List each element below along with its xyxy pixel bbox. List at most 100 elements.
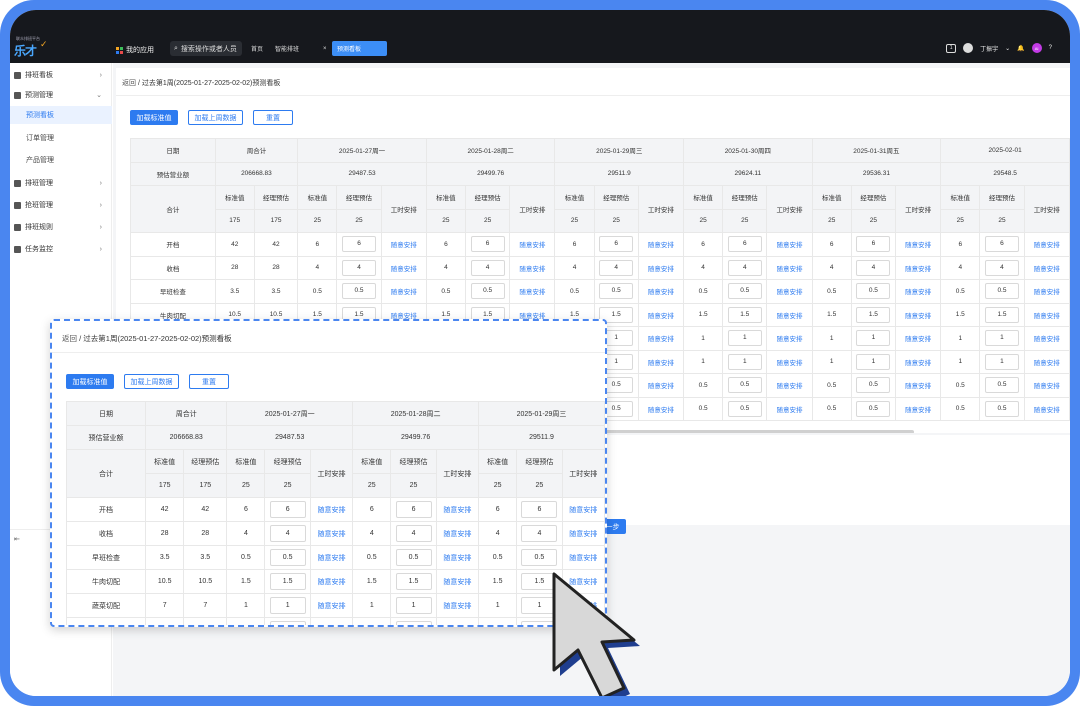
random-arrange-link[interactable]: 随意安排	[1023, 255, 1070, 280]
my-apps-button[interactable]: 我的应用	[116, 45, 154, 55]
forecast-input[interactable]: 0.5	[727, 400, 762, 417]
random-arrange-link[interactable]: 随意安排	[766, 326, 813, 351]
forecast-input[interactable]: 0.5	[395, 549, 432, 566]
sidebar-subitem-orders[interactable]: 订单管理	[10, 129, 112, 147]
tab-forecast-board[interactable]: 预测看板	[332, 41, 387, 56]
random-arrange-link[interactable]: 随意安排	[766, 232, 813, 257]
random-arrange-link[interactable]: 随意安排	[435, 569, 480, 594]
bell-icon[interactable]: 🔔	[1017, 45, 1024, 52]
forecast-input[interactable]: 0.5	[269, 549, 306, 566]
random-arrange-link[interactable]: 随意安排	[1023, 302, 1070, 327]
forecast-input[interactable]: 4	[599, 259, 634, 276]
random-arrange-link[interactable]: 随意安排	[309, 497, 354, 522]
random-arrange-link[interactable]: 随意安排	[1023, 396, 1070, 421]
random-arrange-link[interactable]: 随意安排	[894, 279, 942, 304]
app-logo[interactable]: 联众排班平台 乐才 ✓	[14, 36, 54, 58]
forecast-input[interactable]: 1	[269, 597, 306, 614]
random-arrange-link[interactable]: 随意安排	[766, 302, 813, 327]
random-arrange-link[interactable]: 随意安排	[435, 593, 480, 618]
random-arrange-link[interactable]: 随意安排	[637, 349, 685, 374]
sidebar-item-task-monitor[interactable]: 任务监控 ›	[10, 240, 112, 258]
forecast-input[interactable]: 4	[395, 525, 432, 542]
random-arrange-link[interactable]: 随意安排	[766, 396, 813, 421]
back-link[interactable]: 返回	[62, 334, 77, 343]
random-arrange-link[interactable]: 随意安排	[766, 349, 813, 374]
forecast-input[interactable]: 0.5	[342, 283, 376, 300]
forecast-input[interactable]: 1.5	[395, 573, 432, 590]
forecast-input[interactable]: 4	[269, 525, 306, 542]
forecast-input[interactable]: 1	[395, 597, 432, 614]
random-arrange-link[interactable]: 随意安排	[509, 255, 556, 280]
random-arrange-link[interactable]: 随意安排	[1023, 279, 1070, 304]
random-arrange-link[interactable]: 随意安排	[380, 232, 427, 257]
load-last-week-button[interactable]: 加载上周数据	[188, 110, 243, 125]
help-icon[interactable]: ?	[1049, 45, 1052, 51]
forecast-input[interactable]: 0.5	[856, 283, 891, 300]
forecast-input[interactable]: 0.5	[856, 400, 891, 417]
sidebar-item-grab-mgmt[interactable]: 抢班管理 ›	[10, 196, 112, 214]
user-name[interactable]: 丁振宇	[980, 44, 998, 53]
random-arrange-link[interactable]: 随意安排	[637, 302, 685, 327]
random-arrange-link[interactable]: 随意安排	[1023, 326, 1070, 351]
random-arrange-link[interactable]: 随意安排	[1023, 232, 1070, 257]
forecast-input[interactable]: 0.5	[856, 377, 891, 394]
load-standard-button[interactable]: 加载标准值	[66, 374, 114, 389]
random-arrange-link[interactable]: 随意安排	[766, 255, 813, 280]
forecast-input[interactable]: 6	[599, 236, 634, 253]
forecast-input[interactable]: 1.5	[856, 306, 891, 323]
forecast-input[interactable]: 0.5	[984, 400, 1019, 417]
load-standard-button[interactable]: 加载标准值	[130, 110, 178, 125]
random-arrange-link[interactable]: 随意安排	[309, 593, 354, 618]
random-arrange-link[interactable]: 随意安排	[1023, 373, 1070, 398]
search-input[interactable]: ⌕ 搜索操作或者人员	[170, 41, 242, 56]
forecast-input[interactable]: 1	[856, 353, 891, 370]
forecast-input[interactable]: 1	[984, 353, 1019, 370]
forecast-input[interactable]: 4	[521, 525, 558, 542]
forecast-input[interactable]: 6	[984, 236, 1019, 253]
sidebar-subitem-products[interactable]: 产品管理	[10, 151, 112, 169]
forecast-input[interactable]: 6	[521, 501, 558, 518]
forecast-input[interactable]: 6	[856, 236, 891, 253]
forecast-input[interactable]: 0.5	[470, 283, 505, 300]
reset-button[interactable]: 重置	[189, 374, 229, 389]
random-arrange-link[interactable]: 随意安排	[894, 373, 942, 398]
forecast-input[interactable]: 0.5	[599, 283, 634, 300]
chevron-down-icon[interactable]: ⌄	[1005, 45, 1010, 52]
notification-box-icon[interactable]: 1	[946, 43, 957, 53]
forecast-input[interactable]: 4	[342, 259, 376, 276]
sidebar-subitem-forecast-board[interactable]: 预测看板	[10, 106, 112, 124]
random-arrange-link[interactable]: 随意安排	[766, 279, 813, 304]
random-arrange-link[interactable]: 随意安排	[637, 232, 685, 257]
load-last-week-button[interactable]: 加载上周数据	[124, 374, 179, 389]
random-arrange-link[interactable]: 随意安排	[509, 232, 556, 257]
forecast-input[interactable]: 0.5	[984, 377, 1019, 394]
forecast-input[interactable]: 0.5	[727, 283, 762, 300]
sidebar-item-rules[interactable]: 排班规则 ›	[10, 218, 112, 236]
forecast-input[interactable]: 1	[269, 621, 306, 625]
avatar[interactable]	[963, 43, 974, 53]
forecast-input[interactable]: 6	[470, 236, 505, 253]
random-arrange-link[interactable]: 随意安排	[309, 617, 354, 625]
forecast-input[interactable]: 1.5	[269, 573, 306, 590]
sidebar-item-schedule-board[interactable]: 排班看板 ›	[10, 66, 112, 84]
ai-badge[interactable]: AI	[1031, 43, 1042, 53]
forecast-input[interactable]: 1	[395, 621, 432, 625]
forecast-input[interactable]: 1	[856, 330, 891, 347]
random-arrange-link[interactable]: 随意安排	[435, 545, 480, 570]
random-arrange-link[interactable]: 随意安排	[380, 279, 427, 304]
random-arrange-link[interactable]: 随意安排	[637, 326, 685, 351]
forecast-input[interactable]: 1.5	[984, 306, 1019, 323]
forecast-input[interactable]: 6	[342, 236, 376, 253]
random-arrange-link[interactable]: 随意安排	[561, 497, 605, 522]
random-arrange-link[interactable]: 随意安排	[894, 255, 942, 280]
forecast-input[interactable]: 1	[984, 330, 1019, 347]
sidebar-item-forecast[interactable]: 预测管理 ⌄	[10, 86, 112, 104]
forecast-input[interactable]: 4	[856, 259, 891, 276]
forecast-input[interactable]: 1	[727, 330, 762, 347]
random-arrange-link[interactable]: 随意安排	[637, 255, 685, 280]
forecast-input[interactable]: 1.5	[727, 306, 762, 323]
forecast-input[interactable]: 0.5	[727, 377, 762, 394]
random-arrange-link[interactable]: 随意安排	[637, 373, 685, 398]
random-arrange-link[interactable]: 随意安排	[637, 279, 685, 304]
random-arrange-link[interactable]: 随意安排	[894, 349, 942, 374]
